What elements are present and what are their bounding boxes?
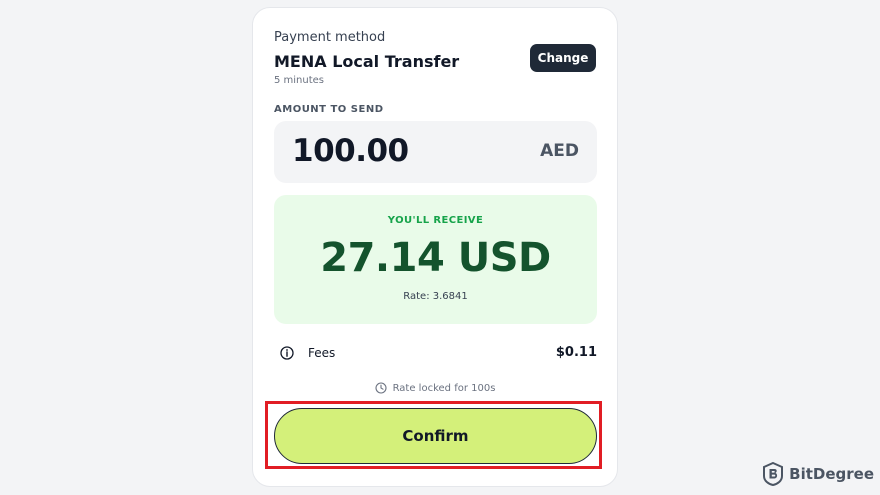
amount-input[interactable]: 100.00 AED bbox=[274, 121, 597, 183]
receive-panel: YOU'LL RECEIVE 27.14 USD Rate: 3.6841 bbox=[274, 195, 597, 324]
receive-amount: 27.14 USD bbox=[320, 235, 551, 281]
amount-currency: AED bbox=[540, 141, 579, 161]
bitdegree-text: BitDegree bbox=[789, 465, 874, 483]
amount-value[interactable]: 100.00 bbox=[292, 133, 409, 169]
info-icon[interactable] bbox=[280, 346, 294, 360]
fees-value: $0.11 bbox=[555, 345, 597, 360]
exchange-rate: Rate: 3.6841 bbox=[403, 291, 468, 302]
bitdegree-logo-icon bbox=[763, 462, 784, 486]
change-button[interactable]: Change bbox=[530, 44, 596, 72]
bitdegree-watermark: BitDegree bbox=[762, 462, 874, 486]
rate-lock-text: Rate locked for 100s bbox=[392, 382, 496, 394]
payment-method-eta: 5 minutes bbox=[274, 75, 325, 86]
payment-method-label: Payment method bbox=[274, 30, 386, 45]
confirm-highlight-box bbox=[265, 401, 602, 469]
rate-lock-notice: Rate locked for 100s bbox=[253, 380, 617, 396]
payment-method-name: MENA Local Transfer bbox=[274, 52, 460, 71]
amount-to-send-label: AMOUNT TO SEND bbox=[274, 104, 384, 115]
fees-label: Fees bbox=[308, 346, 336, 360]
fees-row: Fees $0.11 bbox=[274, 344, 597, 364]
clock-icon bbox=[375, 382, 387, 394]
receive-label: YOU'LL RECEIVE bbox=[387, 215, 484, 226]
